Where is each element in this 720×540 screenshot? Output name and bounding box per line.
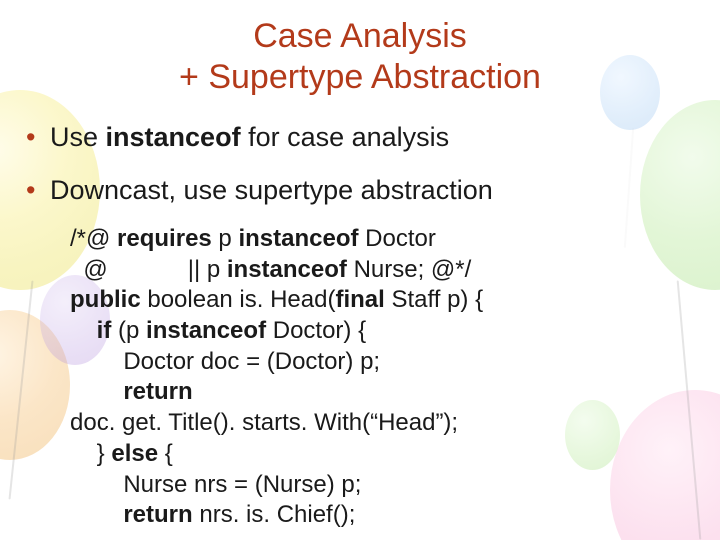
code-keyword: instanceof [227,256,347,283]
bullet-keyword: instanceof [106,122,241,152]
code-text: Nurse; @*/ [347,256,471,283]
slide-content: Case Analysis + Supertype Abstraction • … [0,0,720,531]
code-keyword: if [97,317,112,344]
code-block: /*@ requires p instanceof Doctor @ || p … [70,224,694,531]
code-text: { [158,440,173,467]
code-text: Doctor doc = (Doctor) p; [70,348,380,375]
code-keyword: requires [117,225,212,252]
code-text: p [212,225,239,252]
code-text [70,378,123,405]
code-text: Staff p) { [385,286,483,313]
code-keyword: instanceof [146,317,266,344]
code-keyword: return [123,501,192,528]
code-keyword: else [111,440,158,467]
code-text [70,317,97,344]
bullet-text-part: Use [50,122,106,152]
code-text: (p [111,317,146,344]
code-text: boolean is. Head( [141,286,336,313]
code-text: Nurse nrs = (Nurse) p; [70,471,361,498]
code-keyword: final [335,286,384,313]
code-text: /*@ [70,225,117,252]
bullet-item: • Use instanceof for case analysis [26,118,694,157]
code-text: nrs. is. Chief(); [193,501,356,528]
bullet-item: • Downcast, use supertype abstraction [26,171,694,210]
code-text: Doctor) { [266,317,366,344]
code-keyword: public [70,286,141,313]
code-text: doc. get. Title(). starts. With(“Head”); [70,409,458,436]
code-keyword: return [123,378,192,405]
code-text: } [70,440,111,467]
bullet-text-part: for case analysis [241,122,450,152]
bullet-text: Use instanceof for case analysis [50,118,449,157]
bullet-dot-icon: • [26,171,50,210]
title-line-2: + Supertype Abstraction [179,58,541,96]
bullet-dot-icon: • [26,118,50,157]
slide-title: Case Analysis + Supertype Abstraction [26,16,694,98]
code-text: @ || p [70,256,227,283]
bullet-list: • Use instanceof for case analysis • Dow… [26,118,694,210]
code-keyword: instanceof [238,225,358,252]
code-text: Doctor [358,225,435,252]
code-text [70,501,123,528]
bullet-text: Downcast, use supertype abstraction [50,171,493,210]
title-line-1: Case Analysis [253,17,467,55]
